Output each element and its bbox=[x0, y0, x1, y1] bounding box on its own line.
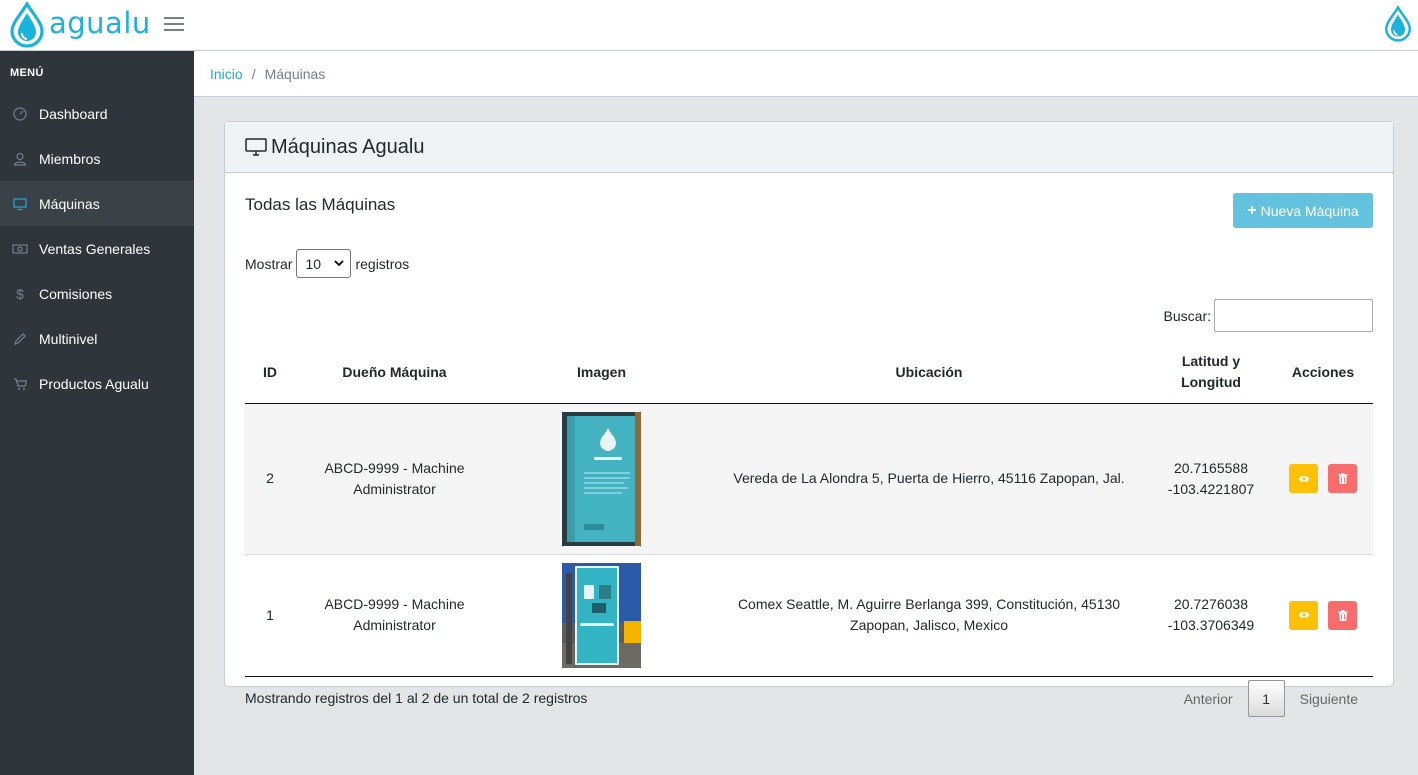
card-header: Máquinas Agualu bbox=[225, 122, 1393, 173]
length-suffix: registros bbox=[355, 255, 410, 272]
previous-page-button[interactable]: Anterior bbox=[1169, 691, 1248, 707]
water-drop-icon bbox=[1385, 5, 1411, 42]
column-header-latlng[interactable]: Latitud y Longitud bbox=[1149, 342, 1273, 404]
cell-actions bbox=[1273, 403, 1373, 555]
column-header-actions: Acciones bbox=[1273, 342, 1373, 404]
view-button[interactable] bbox=[1289, 600, 1318, 630]
table-info: Mostrando registros del 1 al 2 de un tot… bbox=[245, 690, 588, 706]
sidebar-item-label: Productos Agualu bbox=[39, 375, 149, 392]
eye-icon bbox=[1298, 612, 1309, 618]
trash-icon bbox=[1337, 473, 1348, 484]
cell-actions bbox=[1273, 554, 1373, 677]
page-length-select[interactable]: 10 bbox=[296, 249, 352, 278]
sidebar-item-label: Máquinas bbox=[39, 195, 100, 212]
money-icon bbox=[12, 241, 28, 257]
sidebar-item-multinivel[interactable]: Multinivel bbox=[0, 316, 194, 361]
trash-icon bbox=[1337, 609, 1348, 621]
search-input[interactable] bbox=[1214, 299, 1373, 332]
eye-icon bbox=[1298, 475, 1309, 482]
sidebar-item-label: Multinivel bbox=[39, 330, 98, 347]
length-prefix: Mostrar bbox=[245, 255, 293, 272]
breadcrumb-separator: / bbox=[251, 65, 256, 82]
water-drop-icon bbox=[10, 2, 44, 48]
cell-latlng: 20.7276038 -103.3706349 bbox=[1149, 554, 1273, 677]
user-avatar[interactable] bbox=[1383, 5, 1413, 45]
table-row: 1 ABCD-9999 - Machine Administrator Come… bbox=[245, 554, 1373, 677]
column-header-owner[interactable]: Dueño Máquina bbox=[295, 342, 494, 404]
column-header-location[interactable]: Ubicación bbox=[709, 342, 1149, 404]
sidebar-title: MENÚ bbox=[10, 67, 44, 79]
cell-location: Comex Seattle, M. Aguirre Berlanga 399, … bbox=[709, 554, 1149, 677]
cell-owner: ABCD-9999 - Machine Administrator bbox=[295, 403, 494, 555]
table-row: 2 ABCD-9999 - Machine Administrator Vere… bbox=[245, 403, 1373, 555]
owner-line: ABCD-9999 - Machine bbox=[324, 596, 465, 612]
plus-icon: + bbox=[1247, 201, 1257, 219]
owner-line: ABCD-9999 - Machine bbox=[324, 459, 465, 476]
cell-image bbox=[494, 403, 709, 555]
chevron-down-icon bbox=[334, 260, 345, 267]
sidebar-item-label: Miembros bbox=[39, 150, 101, 167]
table-header-row: ID Dueño Máquina Imagen Ubicación Latitu… bbox=[245, 342, 1373, 404]
owner-line: Administrator bbox=[353, 617, 436, 633]
sidebar-item-productos-agualu[interactable]: Productos Agualu bbox=[0, 361, 194, 406]
cell-owner: ABCD-9999 - Machine Administrator bbox=[295, 554, 494, 677]
monitor-icon bbox=[245, 138, 267, 156]
sidebar-item-comisiones[interactable]: $ Comisiones bbox=[0, 271, 194, 316]
user-icon bbox=[12, 151, 28, 167]
top-navbar: agualu bbox=[0, 0, 1418, 51]
monitor-icon bbox=[12, 196, 28, 212]
column-header-id[interactable]: ID bbox=[245, 342, 295, 404]
view-button[interactable] bbox=[1289, 464, 1318, 493]
location-line: Zapopan, Jalisco, Mexico bbox=[850, 617, 1008, 633]
breadcrumb-home-link[interactable]: Inicio bbox=[210, 66, 243, 82]
sidebar-item-ventas-generales[interactable]: Ventas Generales bbox=[0, 226, 194, 271]
sidebar-item-label: Ventas Generales bbox=[39, 240, 151, 257]
longitude: -103.3706349 bbox=[1167, 617, 1255, 633]
longitude: -103.4221807 bbox=[1167, 480, 1255, 497]
column-header-image[interactable]: Imagen bbox=[494, 342, 709, 404]
pencil-icon bbox=[12, 331, 28, 347]
menu-toggle-icon[interactable] bbox=[164, 14, 184, 34]
location-line: Comex Seattle, M. Aguirre Berlanga 399, … bbox=[737, 596, 1121, 612]
search-label: Buscar: bbox=[1163, 307, 1211, 324]
card-title: Máquinas Agualu bbox=[271, 135, 425, 158]
pagination: Anterior 1 Siguiente bbox=[1169, 680, 1373, 717]
brand-name: agualu bbox=[49, 6, 151, 40]
sidebar-item-dashboard[interactable]: Dashboard bbox=[0, 91, 194, 136]
sidebar-item-miembros[interactable]: Miembros bbox=[0, 136, 194, 181]
page-length-value: 10 bbox=[305, 255, 322, 272]
breadcrumb: Inicio / Máquinas bbox=[194, 51, 1418, 97]
speedometer-icon bbox=[12, 106, 28, 122]
sidebar: MENÚ Dashboard Miembros Máquinas Ventas … bbox=[0, 51, 194, 775]
new-machine-button[interactable]: + Nueva Máquina bbox=[1233, 193, 1373, 228]
cell-id: 2 bbox=[245, 403, 295, 555]
cell-location: Vereda de La Alondra 5, Puerta de Hierro… bbox=[709, 403, 1149, 555]
machines-card: Máquinas Agualu Todas las Máquinas + Nue… bbox=[224, 121, 1394, 717]
sidebar-item-maquinas[interactable]: Máquinas bbox=[0, 181, 194, 226]
breadcrumb-current: Máquinas bbox=[264, 65, 326, 82]
cell-image bbox=[494, 554, 709, 677]
page-button[interactable]: 1 bbox=[1247, 680, 1285, 717]
next-page-button[interactable]: Siguiente bbox=[1285, 691, 1373, 707]
delete-button[interactable] bbox=[1328, 464, 1357, 493]
cell-id: 1 bbox=[245, 554, 295, 677]
cart-icon bbox=[12, 376, 28, 392]
page-length-control: Mostrar 10 registros bbox=[245, 249, 409, 278]
location-line: Vereda de La Alondra 5, Puerta de Hierro… bbox=[733, 470, 1125, 486]
machine-photo[interactable] bbox=[562, 562, 641, 668]
machines-table: ID Dueño Máquina Imagen Ubicación Latitu… bbox=[245, 342, 1373, 677]
delete-button[interactable] bbox=[1328, 600, 1357, 630]
cell-latlng: 20.7165588 -103.4221807 bbox=[1149, 403, 1273, 555]
new-machine-label: Nueva Máquina bbox=[1260, 202, 1359, 219]
machine-photo[interactable] bbox=[562, 411, 641, 546]
latitude: 20.7165588 bbox=[1174, 459, 1248, 476]
brand-logo[interactable]: agualu bbox=[9, 0, 151, 50]
search-control: Buscar: bbox=[1164, 299, 1373, 332]
latitude: 20.7276038 bbox=[1174, 596, 1248, 612]
sidebar-item-label: Dashboard bbox=[39, 105, 108, 122]
section-title: Todas las Máquinas bbox=[245, 195, 396, 214]
dollar-icon: $ bbox=[16, 285, 24, 302]
sidebar-item-label: Comisiones bbox=[39, 285, 113, 302]
owner-line: Administrator bbox=[353, 480, 436, 497]
